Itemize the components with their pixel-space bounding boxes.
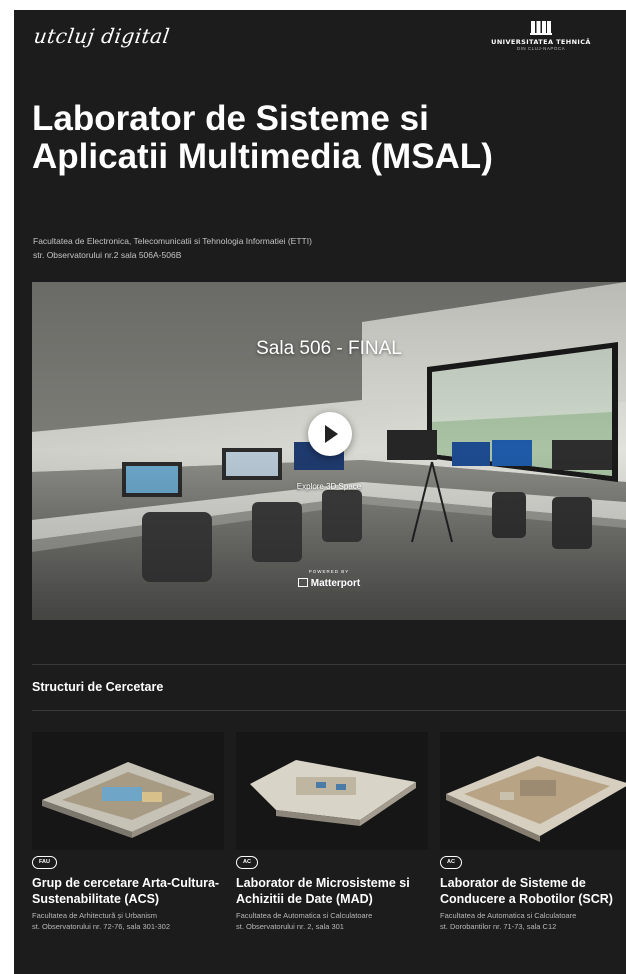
explore-3d-label[interactable]: Explore 3D Space xyxy=(32,482,626,491)
university-logo[interactable]: UNIVERSITATEA TEHNICĂ DIN CLUJ-NAPOCA xyxy=(476,20,606,51)
floorplan-3d-image xyxy=(250,760,416,826)
matterport-label: Matterport xyxy=(310,578,361,589)
card-faculty: Facultatea de Arhitectură și Urbanism xyxy=(32,911,158,920)
university-city: DIN CLUJ-NAPOCA xyxy=(516,46,566,51)
card-title[interactable]: Laborator de Microsisteme si Achizitii d… xyxy=(236,875,428,907)
matterport-icon xyxy=(297,578,308,587)
faculty-text: Facultatea de Electronica, Telecomunicat… xyxy=(33,236,312,246)
card-thumbnail xyxy=(236,732,428,850)
floorplan-3d-image xyxy=(42,762,214,838)
address-text: str. Observatorului nr.2 sala 506A-506B xyxy=(33,250,182,260)
research-card-mad[interactable]: AC Laborator de Microsisteme si Achiziti… xyxy=(236,732,428,932)
section-title: Structuri de Cercetare xyxy=(32,680,164,694)
card-address: st. Observatorului nr. 72-76, sala 301-3… xyxy=(32,922,170,931)
matterport-viewer[interactable]: Sala 506 - FINAL Explore 3D Space POWERE… xyxy=(32,282,626,620)
faculty-badge: AC xyxy=(236,856,258,869)
university-name: UNIVERSITATEA TEHNICĂ xyxy=(491,38,591,46)
card-faculty: Facultatea de Automatica si Calculatoare xyxy=(440,911,577,920)
card-address: st. Observatorului nr. 2, sala 301 xyxy=(236,922,344,931)
floorplan-3d-image xyxy=(446,756,626,842)
research-card-scr[interactable]: AC Laborator de Sisteme de Conducere a R… xyxy=(440,732,626,932)
play-icon[interactable] xyxy=(308,412,352,456)
divider xyxy=(32,664,626,665)
card-faculty: Facultatea de Automatica si Calculatoare xyxy=(236,911,373,920)
university-crest-icon xyxy=(530,21,552,35)
card-address: st. Dorobantilor nr. 71-73, sala C12 xyxy=(440,922,557,931)
faculty-badge: FAU xyxy=(32,856,57,869)
matterport-logo[interactable]: Matterport xyxy=(32,578,626,589)
divider xyxy=(32,710,626,711)
card-title[interactable]: Laborator de Sisteme de Conducere a Robo… xyxy=(440,875,626,907)
top-bar: utcluj digital UNIVERSITATEA TEHNICĂ DIN… xyxy=(14,10,626,70)
utcluj-digital-logo[interactable]: utcluj digital xyxy=(32,24,171,48)
faculty-badge: AC xyxy=(440,856,462,869)
page: utcluj digital UNIVERSITATEA TEHNICĂ DIN… xyxy=(14,10,626,974)
card-thumbnail xyxy=(32,732,224,850)
card-title[interactable]: Grup de cercetare Arta-Cultura-Sustenabi… xyxy=(32,875,224,907)
powered-by-label: POWERED BY xyxy=(308,569,350,574)
research-card-acs[interactable]: FAU Grup de cercetare Arta-Cultura-Suste… xyxy=(32,732,224,932)
space-title: Sala 506 - FINAL xyxy=(256,338,402,359)
card-thumbnail xyxy=(440,732,626,850)
page-title: Laborator de Sisteme si Aplicatii Multim… xyxy=(32,99,493,176)
